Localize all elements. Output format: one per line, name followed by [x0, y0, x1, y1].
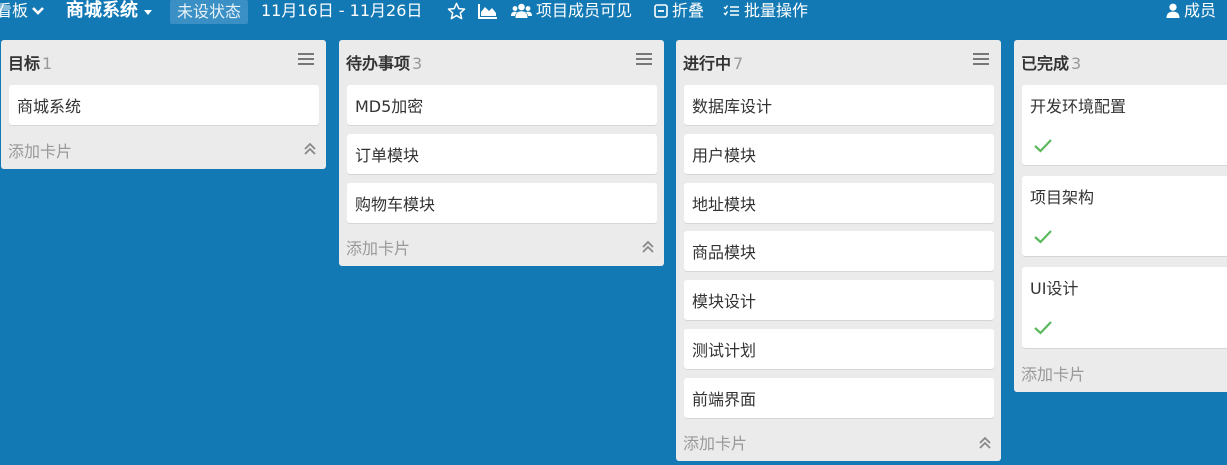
- board-title-button[interactable]: 商城系统: [66, 0, 152, 22]
- card[interactable]: 前端界面: [684, 378, 994, 418]
- checkmark-icon: [1034, 321, 1052, 335]
- list-header: 进行中 7: [676, 40, 1001, 80]
- card-title: 用户模块: [692, 146, 757, 165]
- list-header: 目标 1: [1, 40, 326, 80]
- card-title: UI设计: [1030, 279, 1079, 298]
- board-title: 商城系统: [66, 0, 138, 21]
- double-chevron-up-icon[interactable]: [978, 436, 992, 450]
- card-title: MD5加密: [355, 97, 424, 116]
- hamburger-icon[interactable]: [973, 53, 989, 65]
- star-icon: [447, 2, 466, 20]
- card-title: 商品模块: [692, 243, 757, 262]
- list-title-text: 进行中: [683, 54, 732, 73]
- card[interactable]: 地址模块: [684, 183, 994, 223]
- double-chevron-up-icon[interactable]: [641, 240, 655, 254]
- list-count: 3: [1071, 54, 1082, 73]
- users-icon: [511, 3, 532, 18]
- fold-label: 折叠: [672, 1, 705, 20]
- list-in-progress: 进行中 7 数据库设计 用户模块 地址模块 商品模块 模块设计 测试计划 前端界面…: [676, 40, 1001, 461]
- list-title[interactable]: 待办事项 3: [346, 50, 422, 74]
- list-title-text: 已完成: [1021, 54, 1070, 73]
- card-title: 订单模块: [355, 146, 420, 165]
- members-button[interactable]: 成员: [1166, 0, 1216, 22]
- card-title: 模块设计: [692, 292, 757, 311]
- list-goal: 目标 1 商城系统 添加卡片: [1, 40, 326, 169]
- list-title[interactable]: 目标 1: [8, 50, 52, 74]
- visibility-label: 项目成员可见: [536, 1, 633, 20]
- list-todo: 待办事项 3 MD5加密 订单模块 购物车模块 添加卡片: [339, 40, 664, 266]
- batch-list-icon: [723, 5, 739, 16]
- card-title: 前端界面: [692, 390, 757, 409]
- list-done: 已完成 3 开发环境配置 项目架构 UI设计 添加卡片: [1014, 40, 1227, 392]
- board-header: 看板 商城系统 未设状态 11月16日 - 11月26日 项目成员可见 折叠 批…: [0, 0, 1227, 24]
- list-count: 3: [412, 54, 423, 73]
- double-chevron-up-icon[interactable]: [303, 142, 317, 156]
- card-title: 商城系统: [17, 97, 82, 116]
- hamburger-icon[interactable]: [636, 53, 652, 65]
- card[interactable]: 商城系统: [9, 85, 319, 125]
- list-title-text: 目标: [8, 54, 41, 73]
- fold-button[interactable]: 折叠: [654, 0, 704, 22]
- add-card-button[interactable]: 添加卡片: [1021, 361, 1085, 385]
- card[interactable]: 模块设计: [684, 280, 994, 320]
- list-title[interactable]: 进行中 7: [683, 50, 743, 74]
- card-title: 购物车模块: [355, 195, 436, 214]
- card[interactable]: 用户模块: [684, 134, 994, 174]
- card[interactable]: UI设计: [1022, 267, 1227, 348]
- status-badge[interactable]: 未设状态: [170, 0, 249, 24]
- add-card-button[interactable]: 添加卡片: [683, 430, 747, 454]
- list-header: 待办事项 3: [339, 40, 664, 80]
- caret-down-icon: [144, 9, 152, 15]
- checkmark-icon: [1034, 230, 1052, 244]
- user-icon: [1166, 3, 1180, 18]
- visibility-button[interactable]: 项目成员可见: [511, 0, 632, 22]
- list-title[interactable]: 已完成 3: [1021, 50, 1081, 74]
- card[interactable]: 开发环境配置: [1022, 85, 1227, 165]
- hamburger-icon[interactable]: [298, 53, 314, 65]
- card-title: 项目架构: [1030, 188, 1095, 207]
- list-count: 1: [42, 54, 53, 73]
- star-button[interactable]: [447, 0, 466, 22]
- card-title: 数据库设计: [692, 97, 773, 116]
- board-menu-button[interactable]: 看板: [0, 0, 45, 22]
- card-title: 测试计划: [692, 341, 757, 360]
- date-range-label: 11月16日 - 11月26日: [261, 1, 423, 20]
- card-title: 开发环境配置: [1030, 97, 1127, 116]
- list-header: 已完成 3: [1014, 40, 1227, 80]
- add-card-button[interactable]: 添加卡片: [346, 235, 410, 259]
- card[interactable]: 项目架构: [1022, 176, 1227, 256]
- chevron-down-icon: [32, 7, 44, 15]
- board-menu-label: 看板: [0, 1, 29, 20]
- checkmark-icon: [1034, 139, 1052, 153]
- list-count: 7: [733, 54, 744, 73]
- card[interactable]: 数据库设计: [684, 85, 994, 125]
- card[interactable]: 测试计划: [684, 329, 994, 369]
- card[interactable]: 订单模块: [347, 134, 657, 174]
- card[interactable]: 购物车模块: [347, 183, 657, 223]
- card-title: 地址模块: [692, 195, 757, 214]
- members-label: 成员: [1184, 1, 1217, 20]
- add-card-button[interactable]: 添加卡片: [8, 138, 72, 162]
- date-range[interactable]: 11月16日 - 11月26日: [261, 0, 422, 22]
- card[interactable]: MD5加密: [347, 85, 657, 125]
- chart-button[interactable]: [478, 0, 498, 22]
- list-title-text: 待办事项: [346, 54, 411, 73]
- fold-icon: [654, 4, 668, 18]
- batch-operations-button[interactable]: 批量操作: [723, 0, 808, 22]
- status-label: 未设状态: [177, 2, 242, 21]
- area-chart-icon: [478, 4, 497, 19]
- batch-label: 批量操作: [744, 1, 809, 20]
- card[interactable]: 商品模块: [684, 231, 994, 271]
